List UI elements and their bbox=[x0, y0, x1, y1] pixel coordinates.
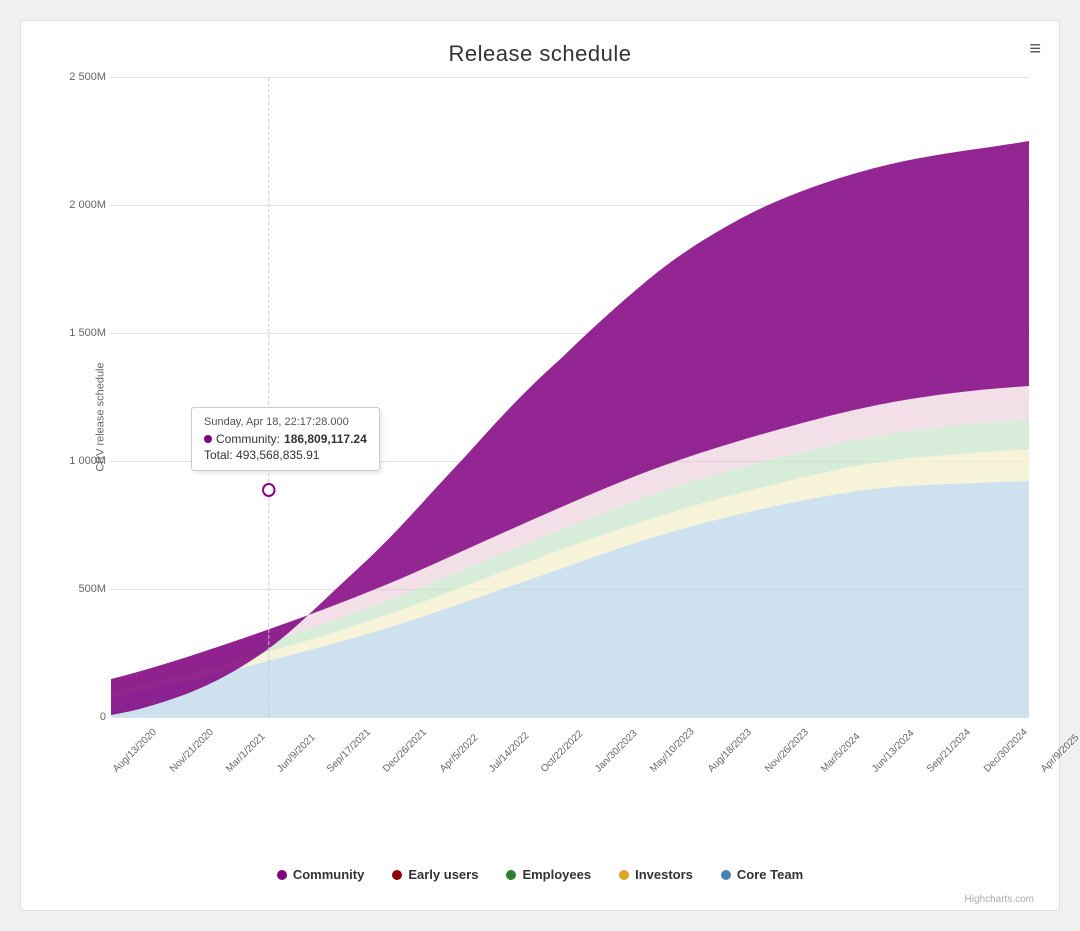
x-axis-container: Aug/13/2020 Nov/21/2020 Mar/1/2021 Jun/9… bbox=[111, 757, 1029, 837]
y-label-1000: 1 000M bbox=[56, 455, 106, 467]
legend-label-early-users: Early users bbox=[408, 867, 478, 882]
x-label-3: Jun/9/2021 bbox=[275, 732, 318, 775]
x-label-15: Sep/21/2024 bbox=[925, 727, 973, 775]
x-label-0: Aug/13/2020 bbox=[111, 727, 159, 775]
chart-legend: Community Early users Employees Investor… bbox=[41, 857, 1039, 892]
y-label-500: 500M bbox=[56, 583, 106, 595]
chart-svg bbox=[111, 77, 1029, 717]
chart-container: Release schedule ≡ CRV release schedule … bbox=[20, 20, 1060, 911]
legend-dot-community bbox=[277, 870, 287, 880]
x-label-4: Sep/17/2021 bbox=[325, 727, 373, 775]
y-label-2500: 2 500M bbox=[56, 71, 106, 83]
legend-item-employees[interactable]: Employees bbox=[506, 867, 591, 882]
x-label-5: Dec/26/2021 bbox=[381, 727, 429, 775]
legend-dot-employees bbox=[506, 870, 516, 880]
legend-label-core-team: Core Team bbox=[737, 867, 803, 882]
x-label-7: Jul/14/2022 bbox=[487, 730, 531, 774]
x-label-10: May/10/2023 bbox=[648, 726, 697, 775]
hamburger-menu-icon[interactable]: ≡ bbox=[1029, 39, 1041, 59]
crosshair-dot bbox=[263, 484, 274, 496]
y-label-1500: 1 500M bbox=[56, 327, 106, 339]
x-label-17: Apr/9/2025 bbox=[1039, 732, 1080, 774]
legend-dot-investors bbox=[619, 870, 629, 880]
x-label-14: Jun/13/2024 bbox=[870, 728, 917, 775]
chart-area: CRV release schedule 2 500M 2 000M 1 500… bbox=[111, 77, 1029, 757]
x-label-11: Aug/18/2023 bbox=[706, 727, 754, 775]
x-label-8: Oct/22/2022 bbox=[539, 728, 585, 774]
x-label-9: Jan/30/2023 bbox=[593, 728, 640, 775]
legend-item-core-team[interactable]: Core Team bbox=[721, 867, 803, 882]
legend-label-community: Community bbox=[293, 867, 365, 882]
legend-item-community[interactable]: Community bbox=[277, 867, 365, 882]
x-label-1: Nov/21/2020 bbox=[168, 727, 216, 775]
y-label-0: 0 bbox=[56, 711, 106, 723]
legend-item-investors[interactable]: Investors bbox=[619, 867, 693, 882]
legend-label-investors: Investors bbox=[635, 867, 693, 882]
x-label-12: Nov/26/2023 bbox=[763, 727, 811, 775]
x-label-6: Apr/5/2022 bbox=[438, 732, 480, 774]
legend-label-employees: Employees bbox=[522, 867, 591, 882]
legend-dot-early-users bbox=[392, 870, 402, 880]
legend-dot-core-team bbox=[721, 870, 731, 880]
x-label-16: Dec/30/2024 bbox=[982, 727, 1030, 775]
x-label-13: Mar/5/2024 bbox=[819, 731, 863, 775]
y-label-2000: 2 000M bbox=[56, 199, 106, 211]
x-label-2: Mar/1/2021 bbox=[224, 731, 268, 775]
chart-title: Release schedule bbox=[41, 41, 1039, 67]
highcharts-credit: Highcharts.com bbox=[41, 894, 1034, 905]
legend-item-early-users[interactable]: Early users bbox=[392, 867, 478, 882]
